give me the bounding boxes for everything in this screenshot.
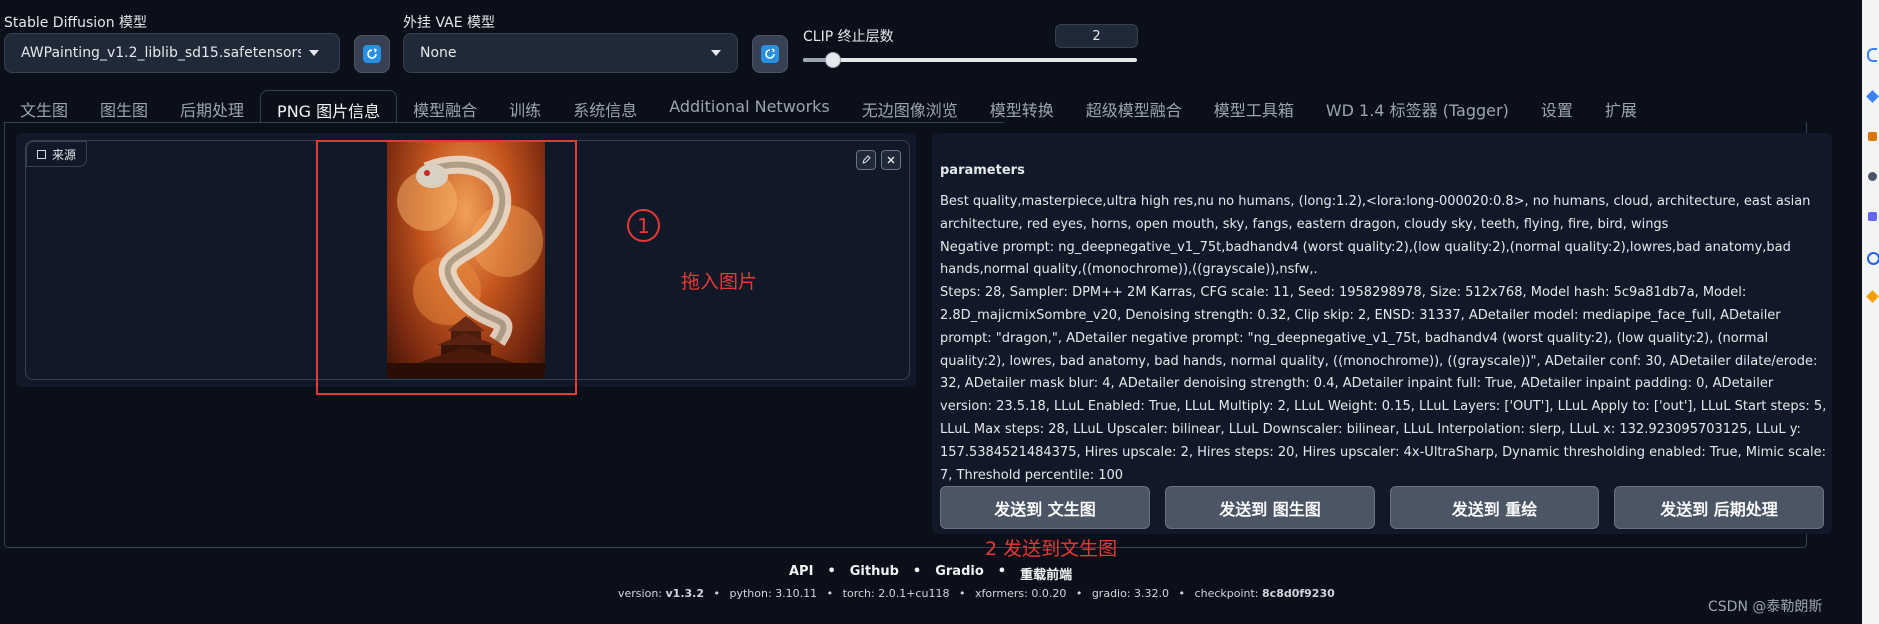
python-version: python: 3.10.11	[729, 587, 818, 600]
step1-text: 拖入图片	[681, 271, 758, 293]
tab-0[interactable]: 文生图	[4, 90, 84, 122]
tab-8[interactable]: 无边图像浏览	[846, 90, 974, 122]
footer-link-github[interactable]: Github	[850, 564, 899, 583]
tab-10[interactable]: 超级模型融合	[1070, 90, 1198, 122]
sd-model-value: AWPainting_v1.2_liblib_sd15.safetensors …	[21, 45, 301, 61]
params-heading: parameters	[940, 163, 1025, 178]
xformers-version: xformers: 0.0.20	[974, 587, 1067, 600]
sd-model-dropdown[interactable]: AWPainting_v1.2_liblib_sd15.safetensors …	[4, 33, 340, 73]
image-icon	[37, 149, 46, 159]
chevron-down-icon	[711, 50, 721, 56]
edit-button[interactable]	[856, 150, 876, 170]
footer-separator: •	[997, 564, 1007, 579]
tab-12[interactable]: WD 1.4 标签器 (Tagger)	[1310, 90, 1525, 122]
step1-circle: 1	[627, 209, 660, 242]
params-prompt: Best quality,masterpiece,ultra high res,…	[940, 194, 1811, 232]
footer-versions: version: v1.3.2 • python: 3.10.11 • torc…	[618, 587, 1335, 600]
tab-9[interactable]: 模型转换	[974, 90, 1070, 122]
tab-1[interactable]: 图生图	[84, 90, 164, 122]
footer-separator: •	[1075, 587, 1083, 600]
vae-refresh-button[interactable]	[752, 35, 788, 73]
footer-link-api[interactable]: API	[789, 564, 813, 583]
footer-links: API • Github • Gradio • 重载前端	[789, 564, 1072, 583]
sidebar-icon[interactable]	[1867, 48, 1877, 62]
clip-number-value: 2	[1092, 28, 1101, 44]
watermark: CSDN @泰勒朗斯	[1708, 599, 1823, 615]
sidebar-icon[interactable]	[1867, 252, 1879, 265]
footer-separator: •	[912, 564, 922, 579]
tab-3[interactable]: PNG 图片信息	[260, 90, 398, 123]
sidebar-icon[interactable]	[1868, 212, 1877, 221]
tab-7[interactable]: Additional Networks	[653, 90, 846, 122]
clip-slider-thumb[interactable]	[825, 52, 841, 68]
step2-text: 2 发送到文生图	[985, 538, 1118, 560]
chevron-down-icon	[309, 50, 319, 56]
send-to-inpaint-button[interactable]: 发送到 重绘	[1390, 486, 1599, 529]
close-icon	[887, 156, 895, 164]
tab-2[interactable]: 后期处理	[164, 90, 260, 122]
sidebar-icon[interactable]	[1868, 132, 1877, 141]
sd-model-label: Stable Diffusion 模型	[4, 15, 148, 31]
vae-dropdown[interactable]: None	[403, 33, 738, 73]
footer-separator: •	[826, 587, 834, 600]
source-badge: 来源	[26, 141, 88, 167]
pencil-icon	[862, 155, 871, 164]
version-value: v1.3.2	[665, 587, 705, 600]
send-to-img2img-button[interactable]: 发送到 图生图	[1165, 486, 1375, 529]
tab-5[interactable]: 训练	[493, 90, 557, 122]
send-to-inpaint-label: 发送到 重绘	[1451, 499, 1538, 519]
tab-bar: 文生图 图生图 后期处理 PNG 图片信息 模型融合 训练 系统信息 Additional N…	[4, 90, 1804, 123]
params-settings: Steps: 28, Sampler: DPM++ 2M Karras, CFG…	[940, 285, 1827, 483]
refresh-icon	[363, 45, 381, 63]
sidebar-icon[interactable]	[1868, 172, 1877, 181]
params-body: Best quality,masterpiece,ultra high res,…	[940, 191, 1828, 487]
refresh-icon	[761, 45, 779, 63]
params-negative: Negative prompt: ng_deepnegative_v1_75t,…	[940, 239, 1791, 278]
sidebar-icon[interactable]	[1866, 290, 1879, 303]
footer-separator: •	[827, 564, 836, 579]
browser-sidebar	[1862, 0, 1879, 624]
sd-model-refresh-button[interactable]	[354, 35, 390, 73]
tab-11[interactable]: 模型工具箱	[1198, 90, 1310, 122]
send-to-txt2img-label: 发送到 文生图	[994, 499, 1096, 519]
step1-number: 1	[637, 213, 650, 238]
sidebar-icon[interactable]	[1866, 90, 1879, 103]
tab-13[interactable]: 设置	[1525, 90, 1589, 122]
send-to-extras-button[interactable]: 发送到 后期处理	[1614, 486, 1824, 529]
footer-separator: •	[958, 587, 966, 600]
drop-image-highlight	[316, 140, 577, 395]
gradio-version: gradio: 3.32.0	[1091, 587, 1170, 600]
clip-slider[interactable]	[803, 52, 1137, 68]
tab-14[interactable]: 扩展	[1589, 90, 1653, 122]
footer-link-reload[interactable]: 重载前端	[1020, 564, 1072, 583]
footer-separator: •	[1178, 587, 1186, 600]
checkpoint-value: 8c8d0f9230	[1262, 587, 1335, 600]
close-button[interactable]	[881, 150, 901, 170]
tab-6[interactable]: 系统信息	[557, 90, 653, 122]
clip-number-input[interactable]: 2	[1055, 24, 1138, 48]
clip-label: CLIP 终止层数	[803, 29, 894, 45]
version-prefix: version:	[618, 587, 666, 600]
vae-label: 外挂 VAE 模型	[403, 15, 496, 31]
tab-4[interactable]: 模型融合	[397, 90, 493, 122]
send-to-img2img-label: 发送到 图生图	[1219, 499, 1321, 519]
checkpoint-prefix: checkpoint:	[1194, 587, 1263, 600]
footer-separator: •	[713, 587, 721, 600]
send-to-txt2img-button[interactable]: 发送到 文生图	[940, 486, 1150, 529]
send-to-extras-label: 发送到 后期处理	[1660, 499, 1778, 519]
vae-value: None	[420, 45, 457, 61]
source-label: 来源	[52, 147, 77, 162]
torch-version: torch: 2.0.1+cu118	[842, 587, 950, 600]
clip-slider-track	[803, 58, 1137, 62]
footer-link-gradio[interactable]: Gradio	[935, 564, 984, 583]
